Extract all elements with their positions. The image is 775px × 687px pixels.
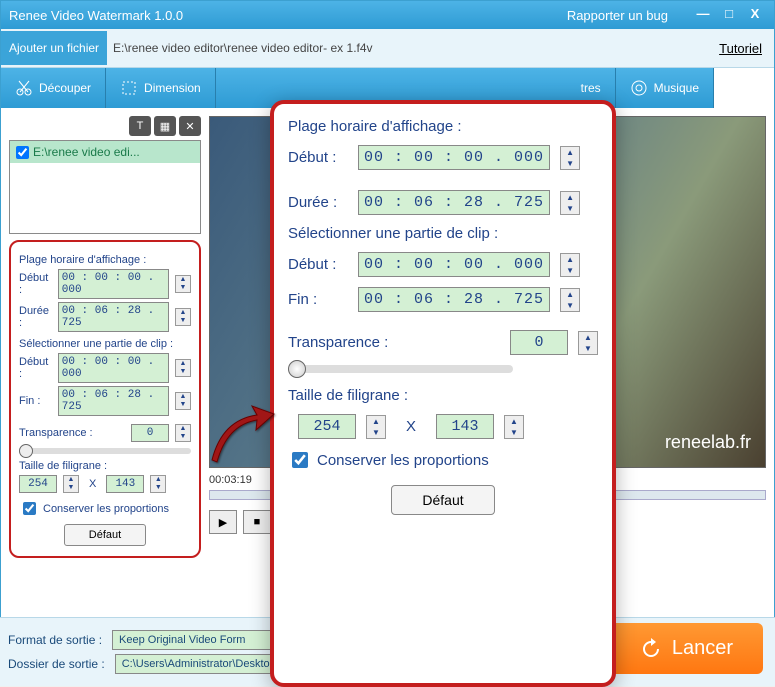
keep-ratio-checkbox[interactable] [23,502,36,515]
image-watermark-button[interactable]: ▦ [154,116,176,136]
maximize-button[interactable]: □ [718,6,740,24]
watermark-settings-panel: Plage horaire d'affichage : Début :00 : … [9,240,201,558]
report-bug-link[interactable]: Rapporter un bug [567,8,668,23]
zoom-keep-ratio-checkbox[interactable] [292,452,308,468]
minimize-button[interactable]: — [692,6,714,24]
label-timerange: Plage horaire d'affichage : [19,254,191,266]
zoom-label-size: Taille de filigrane : [288,387,598,404]
transparency-spinner[interactable]: ▲▼ [175,424,191,442]
zoom-transparency-slider[interactable] [288,365,513,373]
tool-dimension[interactable]: Dimension [106,68,216,108]
play-button[interactable]: ▶ [209,510,237,534]
file-bar: Ajouter un fichier E:\renee video editor… [1,29,774,68]
close-button[interactable]: X [744,6,766,24]
tool-music[interactable]: Musique [616,68,714,108]
crop-icon [120,79,138,97]
text-watermark-button[interactable]: T [129,116,151,136]
transparency-slider[interactable] [19,448,191,454]
label-size: Taille de filigrane : [19,460,191,472]
width-field[interactable]: 254 [19,475,57,493]
transparency-field[interactable]: 0 [131,424,169,442]
callout-arrow-icon [202,400,282,480]
titlebar: Renee Video Watermark 1.0.0 Rapporter un… [1,1,774,29]
zoom-label-timerange: Plage horaire d'affichage : [288,118,598,135]
add-file-button[interactable]: Ajouter un fichier [1,31,107,65]
zoom-start-spinner[interactable]: ▲▼ [560,146,580,170]
list-item[interactable]: E:\renee video edi... [10,141,200,163]
zoom-transparency-field[interactable]: 0 [510,330,568,355]
label-selectclip: Sélectionner une partie de clip : [19,338,191,350]
tutorial-link[interactable]: Tutoriel [719,41,762,56]
music-icon [630,79,648,97]
zoom-clip-start-field[interactable]: 00 : 00 : 00 . 000 [358,252,550,277]
app-title: Renee Video Watermark 1.0.0 [9,8,567,23]
zoom-start-time-field[interactable]: 00 : 00 : 00 . 000 [358,145,550,170]
zoom-label-selectclip: Sélectionner une partie de clip : [288,225,598,242]
file-path: E:\renee video editor\renee video editor… [113,41,719,55]
height-field[interactable]: 143 [106,475,144,493]
watermark-text: reneelab.fr [665,432,751,453]
zoom-callout: Plage horaire d'affichage : Début :00 : … [270,100,616,687]
clip-start-field[interactable]: 00 : 00 : 00 . 000 [58,353,169,383]
file-checkbox[interactable] [16,146,29,159]
duration-spinner[interactable]: ▲▼ [175,308,191,326]
tool-cut[interactable]: Découper [1,68,106,108]
default-button[interactable]: Défaut [64,524,146,546]
launch-button[interactable]: Lancer [610,623,763,674]
remove-button[interactable]: ✕ [179,116,201,136]
clip-end-spinner[interactable]: ▲▼ [175,392,191,410]
refresh-icon [640,638,662,660]
start-time-field[interactable]: 00 : 00 : 00 . 000 [58,269,169,299]
file-list: E:\renee video edi... [9,140,201,234]
stop-button[interactable]: ■ [243,510,271,534]
scissors-icon [15,79,33,97]
zoom-width-field[interactable]: 254 [298,414,356,439]
zoom-clip-end-field[interactable]: 00 : 06 : 28 . 725 [358,287,550,312]
zoom-duration-field[interactable]: 00 : 06 : 28 . 725 [358,190,550,215]
clip-end-field[interactable]: 00 : 06 : 28 . 725 [58,386,169,416]
zoom-default-button[interactable]: Défaut [391,485,494,515]
zoom-height-field[interactable]: 143 [436,414,494,439]
clip-start-spinner[interactable]: ▲▼ [175,359,191,377]
start-time-spinner[interactable]: ▲▼ [175,275,191,293]
duration-field[interactable]: 00 : 06 : 28 . 725 [58,302,169,332]
